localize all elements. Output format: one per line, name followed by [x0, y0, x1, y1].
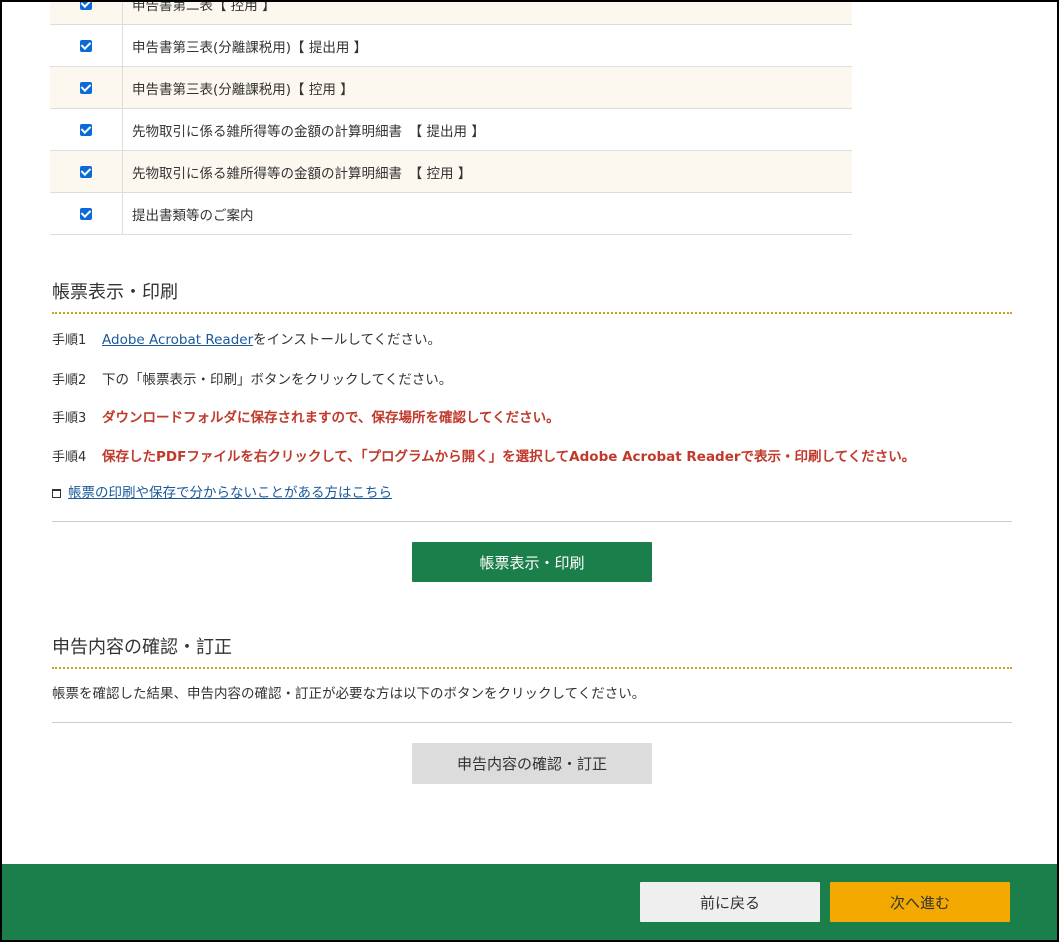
form-name: 先物取引に係る雑所得等の金額の計算明細書 【 提出用 】 [122, 108, 852, 151]
acrobat-reader-link[interactable]: Adobe Acrobat Reader [102, 332, 253, 348]
form-checkbox[interactable] [80, 207, 92, 220]
form-name: 先物取引に係る雑所得等の金額の計算明細書 【 控用 】 [122, 150, 852, 193]
table-row: 先物取引に係る雑所得等の金額の計算明細書 【 控用 】 [50, 150, 852, 193]
form-checkbox[interactable] [80, 165, 92, 178]
window-icon [52, 488, 61, 498]
next-button[interactable]: 次へ進む [830, 882, 1010, 922]
step-text: ダウンロードフォルダに保存されますので、保存場所を確認してください。 [102, 410, 560, 426]
print-forms-button[interactable]: 帳票表示・印刷 [412, 542, 652, 582]
step-1: 手順1 Adobe Acrobat Readerをインストールしてください。 [52, 328, 1012, 348]
confirm-description: 帳票を確認した結果、申告内容の確認・訂正が必要な方は以下のボタンをクリックしてく… [52, 686, 646, 702]
form-checkbox[interactable] [80, 123, 92, 136]
form-name: 申告書第三表(分離課税用)【 提出用 】 [122, 24, 852, 67]
step-4: 手順4 保存したPDFファイルを右クリックして、「プログラムから開く」を選択してA… [52, 445, 1012, 465]
confirm-section-title: 申告内容の確認・訂正 [52, 633, 1012, 669]
table-row: 申告書第三表(分離課税用)【 提出用 】 [50, 24, 852, 67]
form-checkbox[interactable] [80, 2, 92, 10]
table-row: 提出書類等のご案内 [50, 192, 852, 235]
form-name: 申告書第二表【 控用 】 [122, 2, 852, 25]
table-row: 申告書第二表【 控用 】 [50, 2, 852, 25]
step-text: をインストールしてください。 [253, 332, 442, 348]
print-help-line: 帳票の印刷や保存で分からないことがある方はこちら [52, 481, 392, 501]
page-frame: 申告書第二表【 控用 】 申告書第三表(分離課税用)【 提出用 】 申告書第三表… [0, 0, 1059, 942]
step-number: 手順3 [52, 411, 87, 426]
divider [52, 722, 1012, 723]
step-number: 手順4 [52, 450, 87, 465]
form-name: 申告書第三表(分離課税用)【 控用 】 [122, 66, 852, 109]
print-section-title: 帳票表示・印刷 [52, 278, 1012, 314]
form-name: 提出書類等のご案内 [122, 192, 852, 235]
back-button[interactable]: 前に戻る [640, 882, 820, 922]
form-checkbox[interactable] [80, 39, 92, 52]
step-2: 手順2 下の「帳票表示・印刷」ボタンをクリックしてください。 [52, 368, 1012, 388]
table-row: 先物取引に係る雑所得等の金額の計算明細書 【 提出用 】 [50, 108, 852, 151]
step-text: 保存したPDFファイルを右クリックして、「プログラムから開く」を選択してAdob… [102, 449, 916, 465]
table-row: 申告書第三表(分離課税用)【 控用 】 [50, 66, 852, 109]
footer-bar: 前に戻る 次へ進む [2, 864, 1057, 940]
forms-list-table: 申告書第二表【 控用 】 申告書第三表(分離課税用)【 提出用 】 申告書第三表… [50, 2, 852, 235]
divider [52, 521, 1012, 522]
step-number: 手順2 [52, 373, 87, 388]
print-help-link[interactable]: 帳票の印刷や保存で分からないことがある方はこちら [68, 485, 392, 501]
step-text: 下の「帳票表示・印刷」ボタンをクリックしてください。 [102, 372, 453, 388]
step-number: 手順1 [52, 333, 87, 348]
confirm-correct-button[interactable]: 申告内容の確認・訂正 [412, 743, 652, 784]
step-3: 手順3 ダウンロードフォルダに保存されますので、保存場所を確認してください。 [52, 406, 1012, 426]
form-checkbox[interactable] [80, 81, 92, 94]
